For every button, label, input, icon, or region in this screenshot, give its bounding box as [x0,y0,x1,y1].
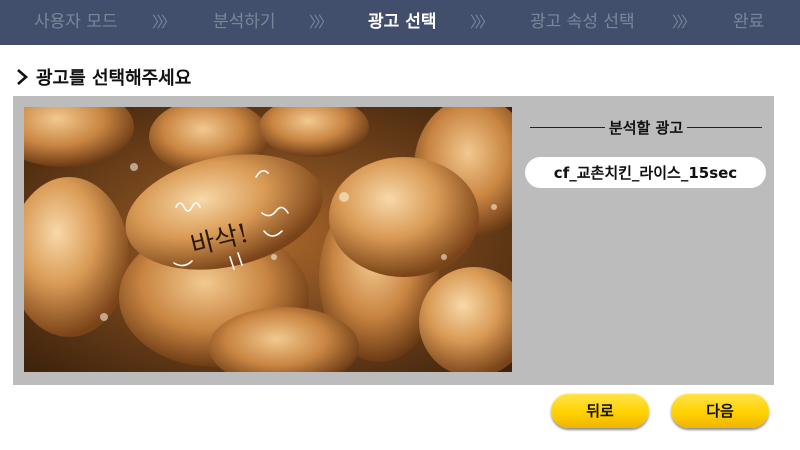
side-panel-title-text: 분석할 광고 [608,118,684,137]
selected-ad-item[interactable]: cf_교촌치킨_라이스_15sec [525,157,766,188]
chevron-right-icon [17,69,28,85]
step-select-attributes: 광고 속성 선택 [530,12,635,32]
step-analyze: 분석하기 [213,12,276,32]
selected-ad-name: cf_교촌치킨_라이스_15sec [553,164,738,182]
step-progress-bar: 사용자 모드 〉〉〉 분석하기 〉〉〉 광고 선택 〉〉〉 광고 속성 선택 〉… [0,0,800,45]
divider [530,126,605,128]
step-separator-icon: 〉〉〉 [152,13,176,31]
step-select-ad: 광고 선택 [368,12,437,32]
next-button[interactable]: 다음 [671,393,769,428]
back-button-label: 뒤로 [586,402,614,420]
fried-chicken-image: 바삭! [24,107,512,372]
step-separator-icon: 〉〉〉 [309,13,333,31]
step-separator-icon: 〉〉〉 [470,13,494,31]
page-heading: 광고를 선택해주세요 [14,64,191,90]
next-button-label: 다음 [706,402,734,420]
page-title: 광고를 선택해주세요 [36,68,192,89]
divider [687,126,763,128]
side-panel-title: 분석할 광고 [530,114,763,140]
ad-preview-image[interactable]: 바삭! [24,107,512,372]
step-user-mode: 사용자 모드 [34,12,118,32]
step-complete: 완료 [733,12,765,32]
back-button[interactable]: 뒤로 [551,393,649,428]
step-separator-icon: 〉〉〉 [672,13,696,31]
